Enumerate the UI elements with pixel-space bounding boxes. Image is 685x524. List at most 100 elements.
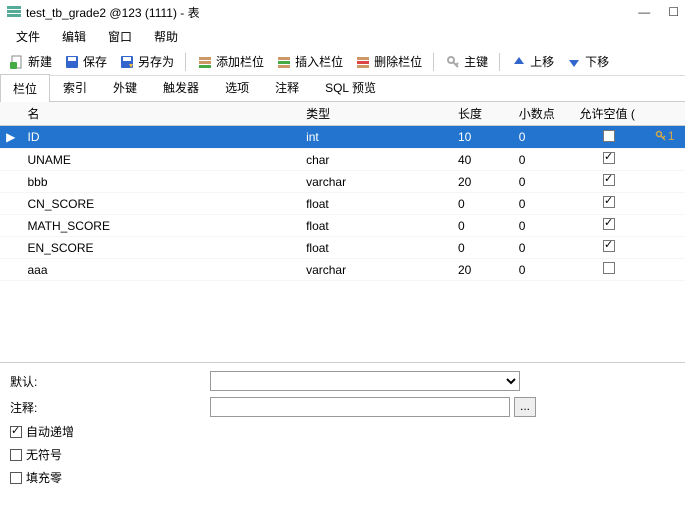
col-marker [0, 102, 22, 126]
cell-key[interactable]: 1 [644, 126, 685, 149]
cell-decimals[interactable]: 0 [513, 193, 574, 215]
cell-decimals[interactable]: 0 [513, 149, 574, 171]
cell-type[interactable]: int [300, 126, 452, 149]
allownull-checkbox[interactable] [603, 152, 615, 164]
tab-bar: 栏位 索引 外键 触发器 选项 注释 SQL 预览 [0, 76, 685, 102]
maximize-button[interactable]: ☐ [668, 5, 679, 19]
cell-type[interactable]: varchar [300, 171, 452, 193]
cell-allownull[interactable] [574, 215, 645, 237]
table-row[interactable]: bbbvarchar200 [0, 171, 685, 193]
table-row[interactable]: aaavarchar200 [0, 259, 685, 281]
row-marker [0, 193, 22, 215]
tab-fields[interactable]: 栏位 [0, 74, 50, 102]
addfield-button[interactable]: 添加栏位 [192, 51, 269, 72]
table-row[interactable]: CN_SCOREfloat00 [0, 193, 685, 215]
deletefield-button[interactable]: 删除栏位 [350, 51, 427, 72]
cell-type[interactable]: float [300, 215, 452, 237]
primarykey-button[interactable]: 主键 [440, 51, 493, 72]
tab-comment[interactable]: 注释 [262, 73, 312, 101]
minimize-button[interactable]: — [638, 5, 650, 19]
cell-type[interactable]: float [300, 237, 452, 259]
allownull-checkbox[interactable] [603, 174, 615, 186]
new-button[interactable]: 新建 [4, 51, 57, 72]
zerofill-checkbox[interactable] [10, 472, 22, 484]
autoincrement-checkbox[interactable] [10, 426, 22, 438]
comment-input[interactable] [210, 397, 510, 417]
cell-name[interactable]: MATH_SCORE [22, 215, 301, 237]
cell-decimals[interactable]: 0 [513, 237, 574, 259]
allownull-checkbox[interactable] [603, 196, 615, 208]
autoincrement-label: 自动递增 [26, 423, 74, 440]
cell-decimals[interactable]: 0 [513, 171, 574, 193]
row-marker [0, 259, 22, 281]
tab-indexes[interactable]: 索引 [50, 73, 100, 101]
menu-edit[interactable]: 编辑 [52, 26, 96, 47]
cell-allownull[interactable] [574, 171, 645, 193]
col-length-header[interactable]: 长度 [452, 102, 513, 126]
comment-browse-button[interactable]: ... [514, 397, 536, 417]
save-button[interactable]: 保存 [59, 51, 112, 72]
col-type-header[interactable]: 类型 [300, 102, 452, 126]
cell-allownull[interactable] [574, 237, 645, 259]
field-grid: 名 类型 长度 小数点 允许空值 ( ▶IDint1001UNAMEchar40… [0, 102, 685, 362]
tab-sqlpreview[interactable]: SQL 预览 [312, 73, 389, 101]
toolbar-separator [499, 53, 500, 71]
cell-length[interactable]: 0 [452, 215, 513, 237]
cell-decimals[interactable]: 0 [513, 126, 574, 149]
cell-length[interactable]: 0 [452, 193, 513, 215]
table-row[interactable]: MATH_SCOREfloat00 [0, 215, 685, 237]
cell-name[interactable]: UNAME [22, 149, 301, 171]
moveup-button[interactable]: 上移 [506, 51, 559, 72]
allownull-checkbox[interactable] [603, 218, 615, 230]
saveas-button[interactable]: 另存为 [114, 51, 179, 72]
tab-triggers[interactable]: 触发器 [150, 73, 212, 101]
movedown-button[interactable]: 下移 [561, 51, 614, 72]
cell-key[interactable] [644, 193, 685, 215]
cell-length[interactable]: 40 [452, 149, 513, 171]
row-marker [0, 237, 22, 259]
cell-name[interactable]: bbb [22, 171, 301, 193]
menu-window[interactable]: 窗口 [98, 26, 142, 47]
cell-name[interactable]: ID [22, 126, 301, 149]
default-select[interactable] [210, 371, 520, 391]
cell-length[interactable]: 0 [452, 237, 513, 259]
cell-allownull[interactable] [574, 126, 645, 149]
cell-length[interactable]: 20 [452, 259, 513, 281]
col-allownull-header[interactable]: 允许空值 ( [574, 102, 645, 126]
table-row[interactable]: UNAMEchar400 [0, 149, 685, 171]
cell-key[interactable] [644, 215, 685, 237]
cell-length[interactable]: 20 [452, 171, 513, 193]
allownull-checkbox[interactable] [603, 240, 615, 252]
col-decimals-header[interactable]: 小数点 [513, 102, 574, 126]
cell-key[interactable] [644, 149, 685, 171]
menu-help[interactable]: 帮助 [144, 26, 188, 47]
table-row[interactable]: ▶IDint1001 [0, 126, 685, 149]
cell-decimals[interactable]: 0 [513, 215, 574, 237]
unsigned-checkbox[interactable] [10, 449, 22, 461]
menu-file[interactable]: 文件 [6, 26, 50, 47]
col-name-header[interactable]: 名 [22, 102, 301, 126]
cell-decimals[interactable]: 0 [513, 259, 574, 281]
tab-foreignkeys[interactable]: 外键 [100, 73, 150, 101]
menu-bar: 文件 编辑 窗口 帮助 [0, 24, 685, 48]
allownull-checkbox[interactable] [603, 130, 615, 142]
cell-type[interactable]: varchar [300, 259, 452, 281]
cell-length[interactable]: 10 [452, 126, 513, 149]
cell-key[interactable] [644, 171, 685, 193]
unsigned-label: 无符号 [26, 446, 62, 463]
table-row[interactable]: EN_SCOREfloat00 [0, 237, 685, 259]
cell-name[interactable]: CN_SCORE [22, 193, 301, 215]
insertfield-button[interactable]: 插入栏位 [271, 51, 348, 72]
allownull-checkbox[interactable] [603, 262, 615, 274]
cell-type[interactable]: float [300, 193, 452, 215]
tab-options[interactable]: 选项 [212, 73, 262, 101]
cell-key[interactable] [644, 259, 685, 281]
insertfield-icon [276, 54, 292, 70]
cell-name[interactable]: aaa [22, 259, 301, 281]
cell-type[interactable]: char [300, 149, 452, 171]
cell-key[interactable] [644, 237, 685, 259]
cell-allownull[interactable] [574, 259, 645, 281]
cell-allownull[interactable] [574, 149, 645, 171]
cell-name[interactable]: EN_SCORE [22, 237, 301, 259]
cell-allownull[interactable] [574, 193, 645, 215]
